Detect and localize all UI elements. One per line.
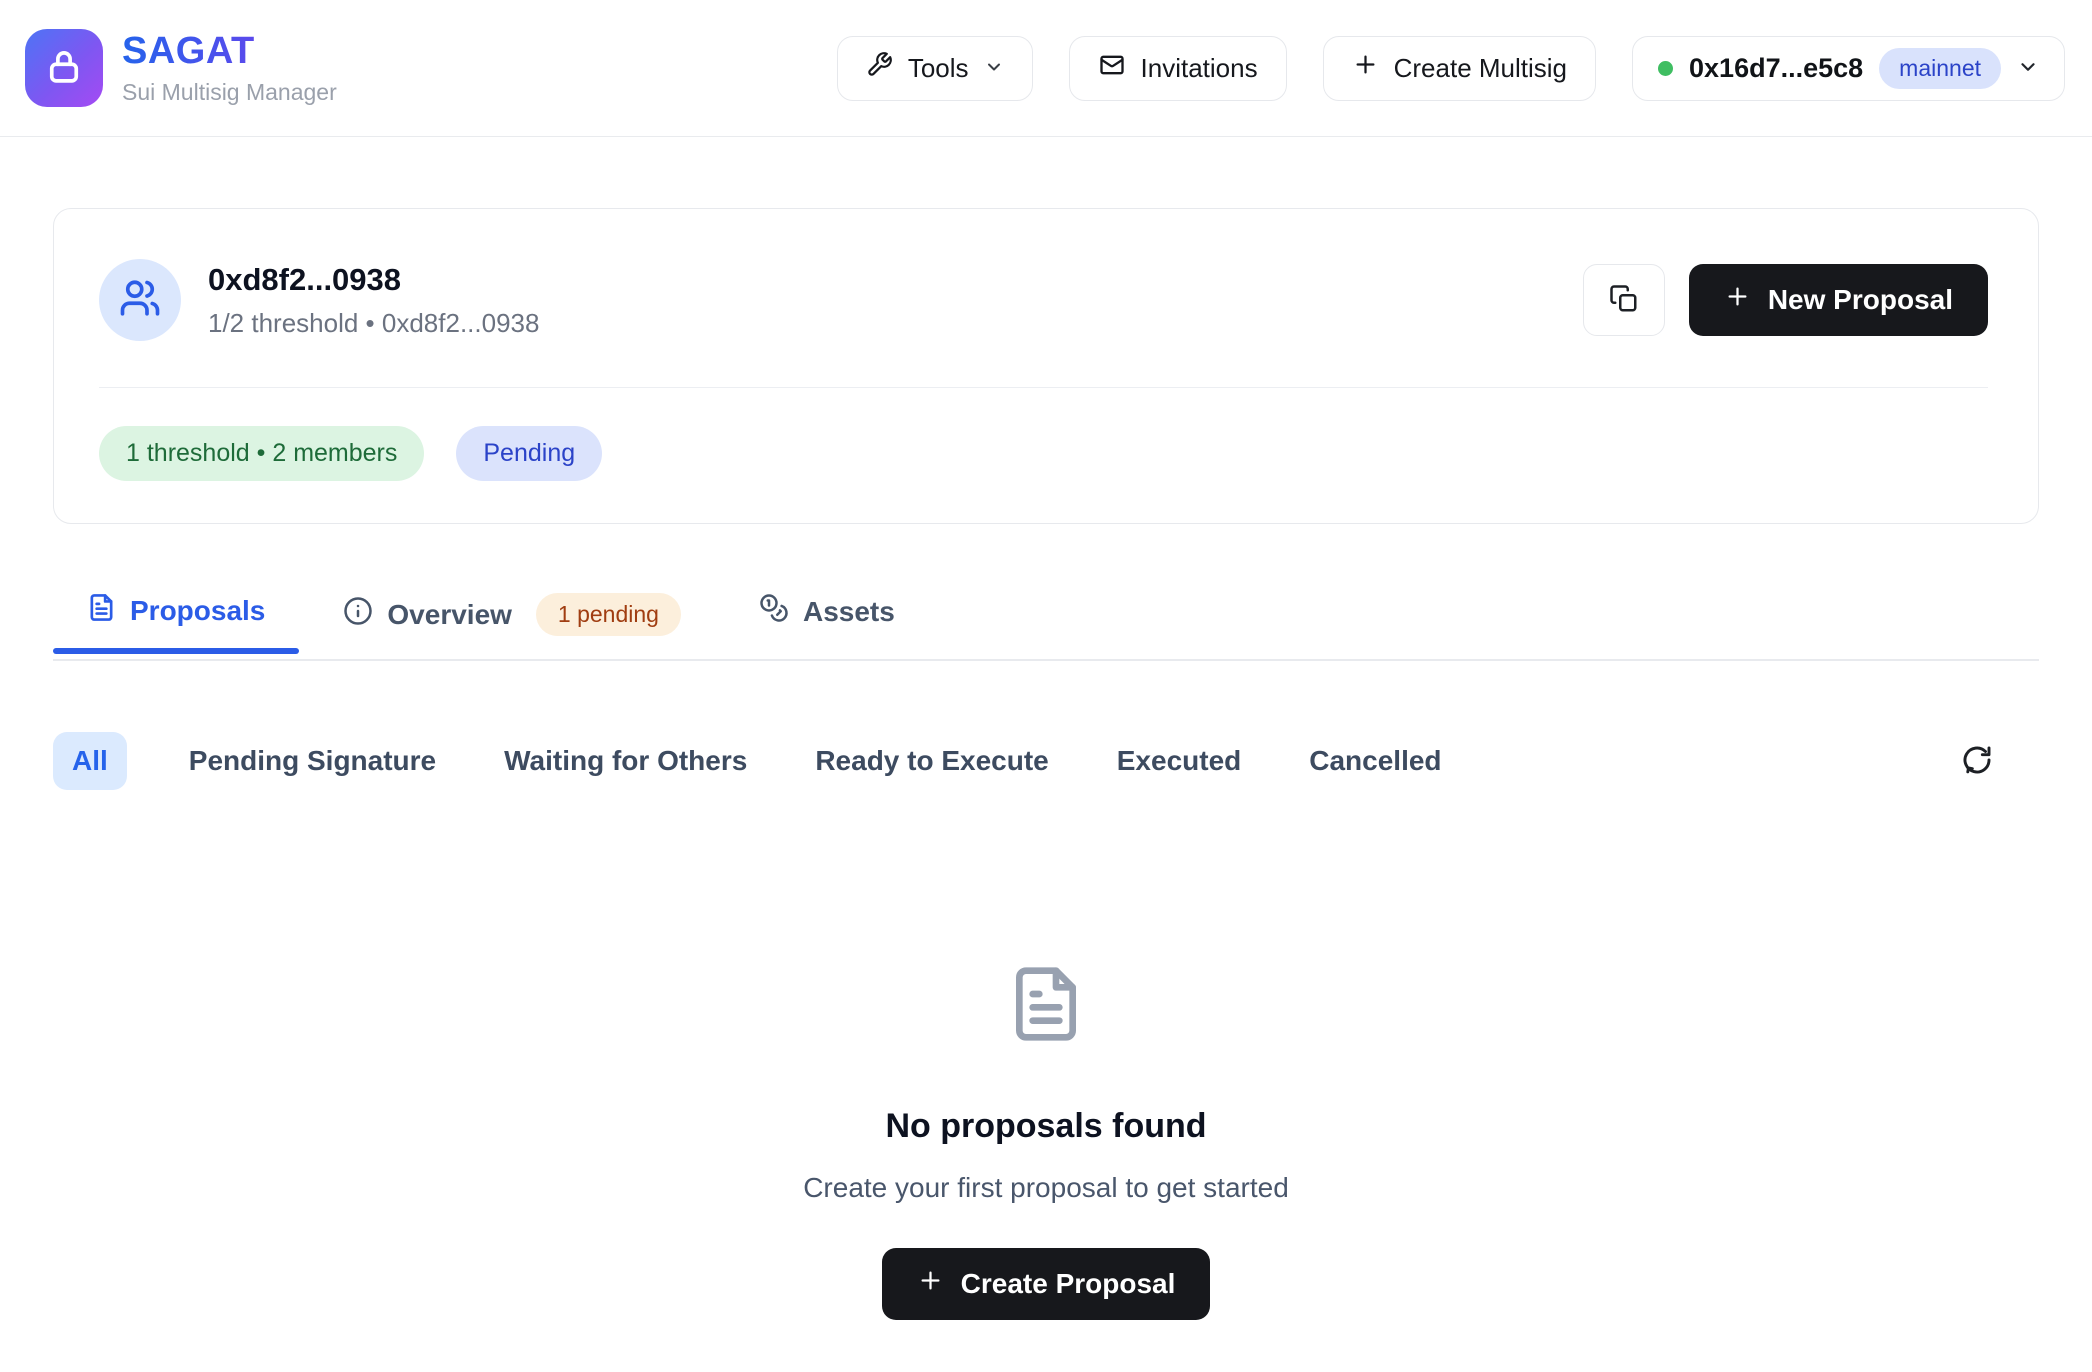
tab-bar: Proposals Overview 1 pending Assets bbox=[53, 591, 2039, 661]
empty-state-title: No proposals found bbox=[53, 1107, 2039, 1146]
card-divider bbox=[99, 387, 1988, 388]
multisig-actions: New Proposal bbox=[1583, 264, 1988, 336]
main-content: 0xd8f2...0938 1/2 threshold • 0xd8f2...0… bbox=[0, 208, 2092, 1320]
mail-icon bbox=[1098, 51, 1126, 86]
tools-label: Tools bbox=[908, 53, 969, 84]
tab-overview[interactable]: Overview 1 pending bbox=[309, 591, 715, 659]
multisig-info: 0xd8f2...0938 1/2 threshold • 0xd8f2...0… bbox=[208, 262, 539, 339]
new-proposal-label: New Proposal bbox=[1768, 284, 1953, 316]
pending-count-badge: 1 pending bbox=[536, 593, 681, 636]
network-status-dot bbox=[1658, 61, 1673, 76]
invitations-label: Invitations bbox=[1141, 53, 1258, 84]
empty-state-subtitle: Create your first proposal to get starte… bbox=[53, 1172, 2039, 1204]
multisig-card-header: 0xd8f2...0938 1/2 threshold • 0xd8f2...0… bbox=[99, 259, 1988, 341]
file-text-icon bbox=[87, 593, 116, 629]
tab-proposals[interactable]: Proposals bbox=[53, 591, 299, 652]
copy-icon bbox=[1609, 284, 1639, 317]
filter-cancelled[interactable]: Cancelled bbox=[1303, 732, 1447, 790]
badge-row: 1 threshold • 2 members Pending bbox=[99, 426, 1988, 481]
plus-icon bbox=[1352, 51, 1379, 85]
network-badge: mainnet bbox=[1879, 48, 2001, 89]
tab-assets[interactable]: Assets bbox=[725, 591, 929, 653]
header-actions: Tools Invitations Create Multisig 0x16d7… bbox=[837, 36, 2065, 101]
brand-tagline: Sui Multisig Manager bbox=[122, 79, 337, 106]
file-text-icon bbox=[1006, 1033, 1086, 1050]
brand-name: SAGAT bbox=[122, 30, 337, 73]
multisig-title: 0xd8f2...0938 bbox=[208, 262, 539, 298]
filter-executed[interactable]: Executed bbox=[1111, 732, 1248, 790]
new-proposal-button[interactable]: New Proposal bbox=[1689, 264, 1988, 336]
refresh-icon bbox=[1961, 744, 1993, 779]
lock-icon bbox=[43, 45, 85, 92]
filter-waiting-for-others[interactable]: Waiting for Others bbox=[498, 732, 753, 790]
create-proposal-label: Create Proposal bbox=[961, 1268, 1176, 1300]
app-header: SAGAT Sui Multisig Manager Tools Invitat… bbox=[0, 0, 2092, 137]
avatar bbox=[99, 259, 181, 341]
coins-icon bbox=[759, 593, 789, 630]
multisig-card: 0xd8f2...0938 1/2 threshold • 0xd8f2...0… bbox=[53, 208, 2039, 524]
wallet-address: 0x16d7...e5c8 bbox=[1689, 53, 1863, 84]
empty-state: No proposals found Create your first pro… bbox=[53, 962, 2039, 1320]
create-multisig-label: Create Multisig bbox=[1394, 53, 1567, 84]
multisig-subtitle: 1/2 threshold • 0xd8f2...0938 bbox=[208, 308, 539, 339]
chevron-down-icon bbox=[984, 53, 1004, 84]
plus-icon bbox=[917, 1267, 944, 1301]
status-badge: Pending bbox=[456, 426, 602, 481]
create-proposal-button[interactable]: Create Proposal bbox=[882, 1248, 1211, 1320]
users-icon bbox=[119, 277, 161, 324]
brand-text: SAGAT Sui Multisig Manager bbox=[122, 30, 337, 106]
filter-ready-to-execute[interactable]: Ready to Execute bbox=[809, 732, 1054, 790]
threshold-members-badge: 1 threshold • 2 members bbox=[99, 426, 424, 481]
tools-button[interactable]: Tools bbox=[837, 36, 1033, 101]
wrench-icon bbox=[866, 51, 893, 85]
app-logo bbox=[25, 29, 103, 107]
create-multisig-button[interactable]: Create Multisig bbox=[1323, 36, 1596, 101]
tab-proposals-label: Proposals bbox=[130, 595, 265, 627]
filter-pending-signature[interactable]: Pending Signature bbox=[183, 732, 442, 790]
info-icon bbox=[343, 596, 373, 633]
invitations-button[interactable]: Invitations bbox=[1069, 36, 1287, 101]
filter-all[interactable]: All bbox=[53, 732, 127, 790]
wallet-selector[interactable]: 0x16d7...e5c8 mainnet bbox=[1632, 36, 2065, 101]
proposal-filters: All Pending Signature Waiting for Others… bbox=[53, 732, 2039, 790]
tab-overview-label: Overview bbox=[387, 599, 512, 631]
copy-address-button[interactable] bbox=[1583, 264, 1665, 336]
tab-assets-label: Assets bbox=[803, 596, 895, 628]
plus-icon bbox=[1724, 283, 1751, 317]
chevron-down-icon bbox=[2017, 56, 2039, 81]
refresh-button[interactable] bbox=[1961, 744, 1993, 779]
